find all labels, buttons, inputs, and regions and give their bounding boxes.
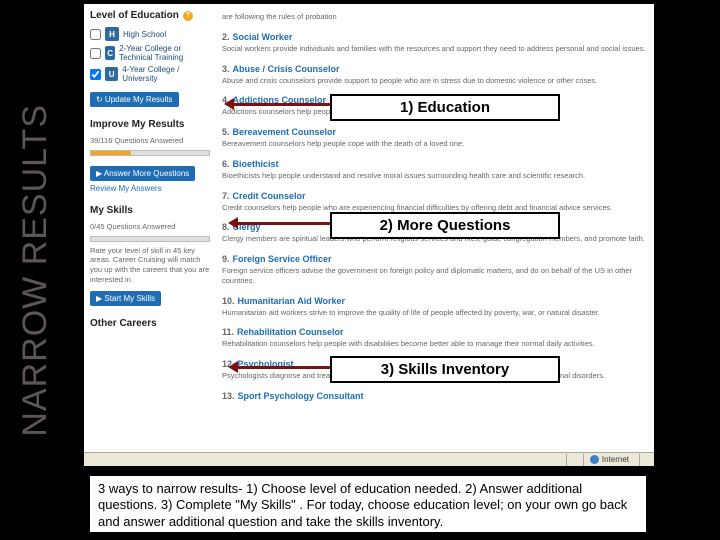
edu-label-h: High School — [123, 30, 166, 39]
filter-sidebar: Level of Education ? H High School C 2-Yea… — [84, 4, 218, 347]
edu-checkbox-u[interactable] — [90, 69, 101, 80]
result-number: 10. — [222, 296, 235, 306]
result-number: 13. — [222, 391, 235, 401]
result-desc: Social workers provide individuals and f… — [222, 44, 648, 54]
result-number: 11. — [222, 327, 234, 337]
result-desc: Humanitarian aid workers strive to impro… — [222, 308, 648, 318]
callout-text: 3) Skills Inventory — [381, 361, 509, 378]
edu-row-c[interactable]: C 2-Year College or Technical Training — [90, 44, 212, 62]
improve-block: Improve My Results 39/116 Questions Answ… — [90, 119, 212, 193]
edu-label-c: 2-Year College or Technical Training — [119, 44, 212, 62]
list-item: are following the rules of probation — [222, 12, 648, 22]
result-desc: Abuse and crisis counselors provide supp… — [222, 76, 648, 86]
result-link[interactable]: 10.Humanitarian Aid Worker — [222, 296, 345, 306]
answer-more-button[interactable]: ▶ Answer More Questions — [90, 166, 195, 181]
result-link[interactable]: 5.Bereavement Counselor — [222, 127, 336, 137]
review-answers-link[interactable]: Review My Answers — [90, 184, 212, 193]
callout-text: 2) More Questions — [380, 217, 511, 234]
edu-checkbox-h[interactable] — [90, 29, 101, 40]
update-results-button[interactable]: ↻ Update My Results — [90, 92, 179, 107]
result-title: Credit Counselor — [233, 191, 306, 201]
vertical-title: NARROW RESULTS — [0, 0, 70, 540]
skills-progress-label: 0/45 Questions Answered — [90, 222, 212, 232]
other-heading: Other Careers — [90, 318, 212, 329]
vertical-title-text: NARROW RESULTS — [16, 104, 55, 437]
globe-icon — [590, 455, 599, 464]
improve-progress-bar — [90, 150, 210, 156]
callout-more-questions: 2) More Questions — [330, 212, 560, 239]
result-desc: Rehabilitation counselors help people wi… — [222, 339, 648, 349]
arrow-annotation-3 — [232, 366, 330, 369]
result-link[interactable]: 11.Rehabilitation Counselor — [222, 327, 344, 337]
edu-checkbox-c[interactable] — [90, 48, 101, 59]
improve-heading: Improve My Results — [90, 119, 212, 130]
status-segment — [566, 454, 579, 466]
caption-text: 3 ways to narrow results- 1) Choose leve… — [98, 481, 627, 529]
result-number: 7. — [222, 191, 230, 201]
arrow-annotation-2 — [232, 222, 330, 225]
result-link[interactable]: 7.Credit Counselor — [222, 191, 306, 201]
arrow-annotation-1 — [228, 103, 330, 106]
result-number: 3. — [222, 64, 230, 74]
status-zone-text: Internet — [602, 455, 629, 464]
result-title: Sport Psychology Consultant — [238, 391, 364, 401]
result-desc: Bioethicists help people understand and … — [222, 171, 648, 181]
result-link[interactable]: 13.Sport Psychology Consultant — [222, 391, 364, 401]
education-heading-text: Level of Education — [90, 10, 179, 21]
result-number: 5. — [222, 127, 230, 137]
caption-box: 3 ways to narrow results- 1) Choose leve… — [88, 474, 648, 534]
result-number: 6. — [222, 159, 230, 169]
improve-progress-label: 39/116 Questions Answered — [90, 136, 212, 146]
list-item[interactable]: 11.Rehabilitation CounselorRehabilitatio… — [222, 327, 648, 349]
result-desc: Credit counselors help people who are ex… — [222, 203, 648, 213]
skills-blurb: Rate your level of skill in 45 key areas… — [90, 246, 212, 285]
result-desc: Bereavement counselors help people cope … — [222, 139, 648, 149]
result-number: 2. — [222, 32, 230, 42]
edu-row-h[interactable]: H High School — [90, 27, 212, 41]
callout-text: 1) Education — [400, 99, 490, 116]
browser-statusbar: Internet — [84, 452, 654, 466]
skills-block: My Skills 0/45 Questions Answered Rate y… — [90, 205, 212, 306]
edu-badge-c: C — [105, 46, 115, 60]
edu-label-u: 4-Year College / University — [122, 65, 212, 83]
list-item[interactable]: 9.Foreign Service Officer Foreign service… — [222, 254, 648, 286]
education-block: Level of Education ? H High School C 2-Yea… — [90, 10, 212, 107]
result-desc: are following the rules of probation — [222, 12, 648, 22]
result-link[interactable]: 2.Social Worker — [222, 32, 292, 42]
skills-heading: My Skills — [90, 205, 212, 216]
list-item[interactable]: 6.Bioethicist Bioethicists help people un… — [222, 159, 648, 181]
skills-progress-bar — [90, 236, 210, 242]
edu-badge-u: U — [105, 67, 118, 81]
list-item[interactable]: 7.Credit Counselor Credit counselors help… — [222, 191, 648, 213]
result-link[interactable]: 9.Foreign Service Officer — [222, 254, 332, 264]
edu-row-u[interactable]: U 4-Year College / University — [90, 65, 212, 83]
other-careers-block: Other Careers — [90, 318, 212, 329]
improve-progress-fill — [91, 151, 131, 155]
result-title: Social Worker — [233, 32, 293, 42]
result-title: Bioethicist — [233, 159, 279, 169]
result-title: Humanitarian Aid Worker — [238, 296, 346, 306]
result-title: Bereavement Counselor — [233, 127, 337, 137]
slide: NARROW RESULTS Level of Education ? H Hig… — [0, 0, 720, 540]
edu-badge-h: H — [105, 27, 119, 41]
list-item[interactable]: 2.Social Worker Social workers provide in… — [222, 32, 648, 54]
list-item[interactable]: 13.Sport Psychology Consultant — [222, 391, 648, 401]
status-segment — [639, 454, 652, 466]
callout-education: 1) Education — [330, 94, 560, 121]
result-title: Abuse / Crisis Counselor — [233, 64, 340, 74]
result-link[interactable]: 3.Abuse / Crisis Counselor — [222, 64, 340, 74]
list-item[interactable]: 5.Bereavement Counselor Bereavement couns… — [222, 127, 648, 149]
result-title: Rehabilitation Counselor — [237, 327, 344, 337]
help-icon[interactable]: ? — [183, 11, 193, 21]
result-title: Foreign Service Officer — [233, 254, 332, 264]
result-link[interactable]: 6.Bioethicist — [222, 159, 279, 169]
callout-skills: 3) Skills Inventory — [330, 356, 560, 383]
list-item[interactable]: 3.Abuse / Crisis Counselor Abuse and cris… — [222, 64, 648, 86]
result-desc: Foreign service officers advise the gove… — [222, 266, 648, 286]
education-heading: Level of Education ? — [90, 10, 212, 21]
start-skills-button[interactable]: ▶ Start My Skills — [90, 291, 161, 306]
result-number: 9. — [222, 254, 230, 264]
status-zone: Internet — [583, 454, 635, 466]
list-item[interactable]: 10.Humanitarian Aid Worker Humanitarian a… — [222, 296, 648, 318]
